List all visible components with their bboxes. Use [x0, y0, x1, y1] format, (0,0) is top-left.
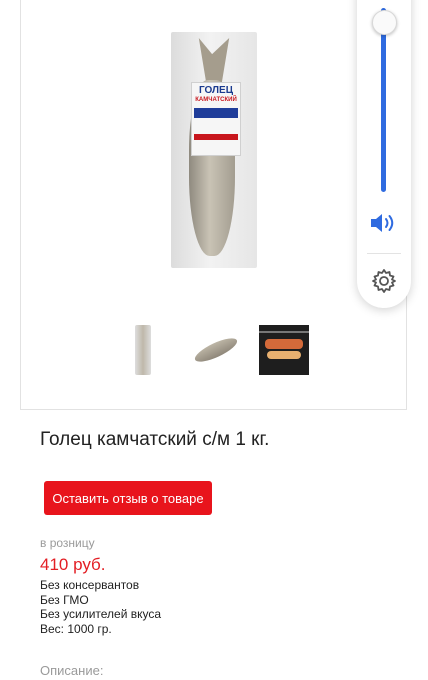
feature-item: Без ГМО: [40, 592, 89, 607]
product-title: Голец камчатский с/м 1 кг.: [40, 429, 270, 450]
grilled-fish-thumbnail[interactable]: [259, 325, 309, 375]
feature-list: Без консервантов Без ГМО Без усилителей …: [40, 578, 161, 636]
feature-item: Без усилителей вкуса: [40, 607, 162, 621]
thumbnail-strip: [21, 325, 406, 377]
package-subtitle: КАМЧАТСКИЙ: [195, 97, 237, 103]
product-price: 410 руб.: [40, 555, 106, 574]
panel-divider: [367, 253, 401, 254]
main-product-photo[interactable]: ГОЛЕЦ КАМЧАТСКИЙ: [171, 32, 257, 268]
product-gallery: ГОЛЕЦ КАМЧАТСКИЙ: [20, 0, 407, 410]
fish-tail-graphic: [198, 38, 230, 84]
packaged-fish-thumbnail[interactable]: [135, 325, 151, 375]
feature-item: Вес: 1000 гр.: [40, 621, 112, 636]
package-logo-stripe: [194, 134, 238, 140]
gear-icon[interactable]: [370, 267, 398, 295]
description-label: Описание:: [40, 663, 104, 678]
grill-bar: [259, 331, 309, 333]
fish-shape: [192, 333, 240, 367]
leave-review-button[interactable]: Оставить отзыв о товаре: [44, 481, 212, 515]
food-shape: [265, 339, 303, 349]
volume-slider-track[interactable]: [381, 8, 386, 192]
food-shape: [267, 351, 301, 359]
whole-fish-thumbnail[interactable]: [191, 325, 241, 375]
feature-item: Без консервантов: [40, 578, 140, 592]
volume-slider-knob[interactable]: [372, 10, 397, 35]
speaker-icon[interactable]: [369, 211, 399, 235]
volume-panel: [357, 0, 411, 308]
package-label: ГОЛЕЦ КАМЧАТСКИЙ: [191, 82, 241, 156]
package-brand: ГОЛЕЦ: [198, 85, 234, 96]
package-stripe: [194, 108, 238, 118]
retail-label: в розницу: [40, 536, 95, 550]
